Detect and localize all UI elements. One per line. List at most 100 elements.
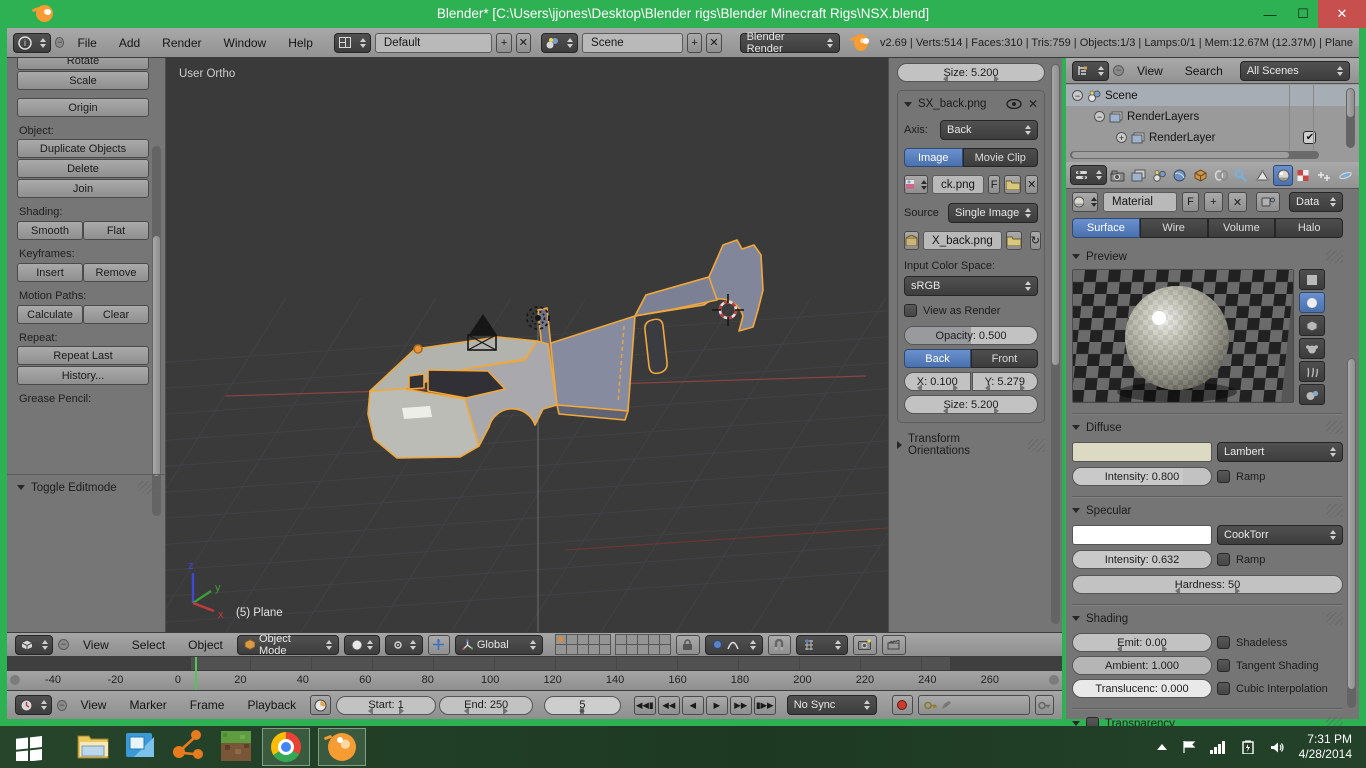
rotate-button[interactable]: Rotate — [17, 58, 149, 70]
viewport-canvas[interactable]: z y x — [166, 58, 888, 632]
material-fake-user-button[interactable]: F — [1182, 192, 1199, 212]
proportional-edit-select[interactable] — [705, 635, 763, 655]
tray-expand-icon[interactable] — [1156, 743, 1168, 751]
share-app-icon[interactable] — [172, 730, 206, 764]
image-datablock-name[interactable]: ck.png — [932, 175, 984, 194]
minecraft-icon[interactable] — [220, 730, 254, 764]
timeline-menu-marker[interactable]: Marker — [120, 698, 175, 712]
smooth-button[interactable]: Smooth — [17, 221, 83, 240]
specular-shader-select[interactable]: CookTorr — [1217, 525, 1343, 545]
tab-object[interactable] — [1191, 165, 1211, 186]
end-frame-field[interactable]: End: 250 — [439, 696, 533, 715]
open-image-button[interactable] — [1004, 175, 1021, 194]
tab-volume[interactable]: Volume — [1208, 218, 1276, 238]
duplicate-objects-button[interactable]: Duplicate Objects — [17, 139, 149, 158]
tab-physics[interactable] — [1335, 165, 1355, 186]
current-frame-playhead[interactable] — [195, 657, 197, 690]
offset-y-field[interactable]: Y: 5.279 — [972, 372, 1039, 391]
specular-ramp-checkbox[interactable] — [1217, 553, 1230, 566]
transform-orientations-panel[interactable]: Transform Orientations — [897, 433, 1045, 457]
blender-taskbar-button[interactable] — [318, 728, 366, 766]
tab-particles[interactable] — [1315, 165, 1335, 186]
preview-sphere-button[interactable] — [1299, 292, 1325, 313]
next-keyframe-button[interactable]: ▶▶ — [730, 696, 752, 715]
preview-world-sphere-button[interactable] — [1299, 384, 1325, 405]
bg-size-slider[interactable]: Size: 5.200 — [897, 63, 1045, 82]
fake-user-button[interactable]: F — [988, 175, 1001, 194]
preview-hair-button[interactable] — [1299, 361, 1325, 382]
remove-bg-icon[interactable]: ✕ — [1028, 97, 1038, 111]
opengl-render-anim-button[interactable] — [882, 635, 906, 655]
menu-help[interactable]: Help — [279, 36, 322, 50]
scene-name[interactable]: Scene — [582, 33, 683, 53]
diffuse-shader-select[interactable]: Lambert — [1217, 442, 1343, 462]
n-panel-scrollbar[interactable] — [1051, 64, 1060, 624]
jump-to-end-button[interactable]: ▮▶▶ — [754, 696, 776, 715]
timeline-menu-view[interactable]: View — [72, 698, 116, 712]
tab-constraints[interactable] — [1211, 165, 1231, 186]
panel-resize-grip[interactable] — [138, 481, 155, 494]
select-menu[interactable]: Select — [123, 638, 174, 652]
screen-layout-icon-button[interactable] — [334, 33, 371, 53]
panel-resize-grip[interactable] — [1028, 439, 1045, 452]
diffuse-ramp-checkbox[interactable] — [1217, 470, 1230, 483]
repeat-last-button[interactable]: Repeat Last — [17, 346, 149, 365]
timeline-menu-playback[interactable]: Playback — [238, 698, 305, 712]
preview-flat-button[interactable] — [1299, 269, 1325, 290]
reload-image-button[interactable]: ↻ — [1030, 231, 1041, 250]
diffuse-ramp-row[interactable]: Ramp — [1217, 470, 1343, 483]
opengl-render-button[interactable] — [853, 635, 877, 655]
transform-orientation-select[interactable]: Global — [455, 635, 543, 655]
outliner-hscrollbar[interactable] — [1070, 151, 1319, 159]
jump-to-start-button[interactable]: ◀◀▮ — [634, 696, 656, 715]
close-button[interactable]: ✕ — [1318, 0, 1366, 28]
preview-cube-button[interactable] — [1299, 315, 1325, 336]
menu-render[interactable]: Render — [153, 36, 210, 50]
bg-axis-select[interactable]: Back — [940, 120, 1038, 140]
file-explorer-icon[interactable] — [76, 730, 110, 764]
timeline-menu-frame[interactable]: Frame — [181, 698, 234, 712]
cubic-interpolation-row[interactable]: Cubic Interpolation — [1217, 682, 1343, 695]
material-browse-button[interactable] — [1072, 192, 1098, 212]
editor-type-outliner-button[interactable] — [1072, 61, 1109, 81]
expand-icon[interactable]: + — [1116, 132, 1127, 143]
cubic-interpolation-checkbox[interactable] — [1217, 682, 1230, 695]
back-tab[interactable]: Back — [904, 349, 971, 368]
mode-select[interactable]: Object Mode — [237, 635, 339, 655]
add-layout-button[interactable]: + — [496, 33, 511, 53]
browse-file-button[interactable] — [1006, 231, 1022, 250]
unpack-button[interactable] — [904, 231, 919, 250]
battery-icon[interactable] — [1240, 740, 1256, 754]
tab-object-data[interactable] — [1253, 165, 1273, 186]
specular-panel-header[interactable]: Specular — [1072, 504, 1343, 517]
tab-wire[interactable]: Wire — [1140, 218, 1208, 238]
material-link-select[interactable]: Data — [1289, 192, 1343, 212]
screen-layout-name[interactable]: Default — [375, 33, 493, 53]
timeline-ruler[interactable]: -40-200204060801001201401601802002202402… — [7, 670, 1062, 690]
menu-add[interactable]: Add — [110, 36, 149, 50]
outliner-menu-view[interactable]: View — [1128, 64, 1172, 78]
tool-shelf-scrollbar[interactable] — [152, 146, 161, 516]
specular-ramp-row[interactable]: Ramp — [1217, 553, 1343, 566]
outliner-vscrollbar[interactable] — [1346, 88, 1355, 148]
image-tab[interactable]: Image — [904, 148, 963, 167]
calculate-paths-button[interactable]: Calculate — [17, 305, 83, 324]
flat-button[interactable]: Flat — [83, 221, 149, 240]
scene-icon-button[interactable] — [541, 33, 578, 53]
menu-window[interactable]: Window — [215, 36, 276, 50]
auto-keyframe-toggle[interactable] — [892, 695, 913, 715]
header-collapse-button[interactable]: − — [1113, 65, 1124, 76]
bg-size-slider-2[interactable]: Size: 5.200 — [904, 395, 1038, 414]
use-preview-range-toggle[interactable] — [310, 695, 331, 715]
timeline-strip[interactable]: -40-200204060801001201401601802002202402… — [7, 657, 1062, 690]
properties-scrollbar[interactable] — [1347, 358, 1356, 708]
ruler-scroller-right[interactable] — [1049, 675, 1059, 685]
tab-scene[interactable] — [1149, 165, 1169, 186]
insert-keyframe-button-tl[interactable] — [1035, 695, 1054, 715]
preview-monkey-button[interactable] — [1299, 338, 1325, 359]
photos-app-icon[interactable] — [124, 730, 158, 764]
diffuse-color-swatch[interactable] — [1072, 442, 1212, 462]
shading-panel-header[interactable]: Shading — [1072, 612, 1343, 625]
scale-button[interactable]: Scale — [17, 71, 149, 90]
clear-paths-button[interactable]: Clear — [83, 305, 149, 324]
